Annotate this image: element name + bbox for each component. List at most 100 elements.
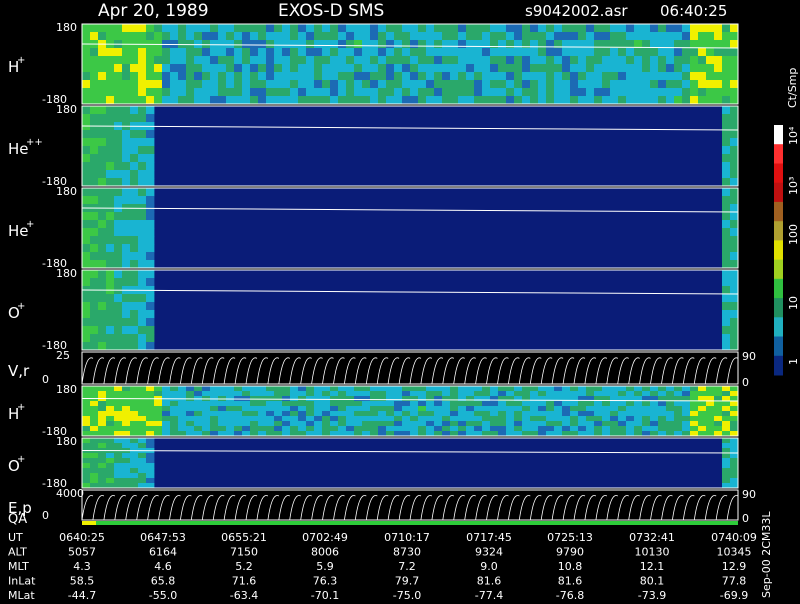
heat-cell — [210, 88, 219, 97]
heat-cell — [466, 56, 475, 65]
heat-cell — [730, 473, 739, 479]
panel-label-sup: + — [26, 219, 34, 230]
heat-cell — [202, 96, 211, 105]
table-cell: 9790 — [556, 546, 584, 559]
heat-cell — [266, 64, 275, 73]
heat-cell — [666, 416, 675, 422]
heat-cell — [226, 56, 235, 65]
heat-cell — [410, 391, 419, 397]
heat-cell — [722, 326, 731, 335]
panel-ymax: 180 — [56, 267, 77, 280]
heat-cell — [498, 40, 507, 49]
heat-cell — [466, 72, 475, 81]
heat-cell — [138, 88, 147, 97]
heat-cell — [234, 40, 243, 49]
heat-cell — [650, 386, 659, 392]
heat-cell — [130, 146, 139, 155]
heat-cell — [554, 406, 563, 412]
heat-cell — [386, 48, 395, 57]
heat-cell — [146, 478, 155, 484]
heat-cell — [378, 96, 387, 105]
heat-cell — [474, 401, 483, 407]
heat-cell — [426, 64, 435, 73]
heat-cell — [482, 396, 491, 402]
heat-cell — [482, 80, 491, 89]
heat-cell — [730, 334, 739, 343]
heat-cell — [106, 270, 115, 279]
heat-cell — [194, 64, 203, 73]
panel-5: 180-180H+ — [8, 383, 739, 438]
heat-cell — [730, 278, 739, 287]
heat-cell — [714, 426, 723, 432]
colorbar-swatch — [774, 163, 783, 184]
heat-cell — [554, 24, 563, 33]
heat-cell — [602, 72, 611, 81]
table-cell: 81.6 — [558, 575, 583, 588]
heat-cell — [82, 178, 91, 187]
heat-cell — [146, 342, 155, 351]
heat-cell — [146, 220, 155, 229]
heat-cell — [138, 411, 147, 417]
heat-cell — [122, 453, 131, 459]
heat-cell — [146, 162, 155, 171]
table-cell: 4.3 — [73, 560, 91, 573]
heat-cell — [610, 48, 619, 57]
heat-cell — [634, 64, 643, 73]
heat-cell — [122, 212, 131, 221]
heat-cell — [106, 478, 115, 484]
heat-cell — [122, 24, 131, 33]
heat-cell — [298, 426, 307, 432]
heat-cell — [682, 411, 691, 417]
heat-cell — [370, 426, 379, 432]
table-row-name: UT — [8, 531, 23, 544]
heat-cell — [98, 468, 107, 474]
heat-cell — [98, 154, 107, 163]
heat-cell — [82, 24, 91, 33]
heat-cell — [602, 32, 611, 41]
heat-cell — [258, 386, 267, 392]
heat-cell — [410, 416, 419, 422]
heat-cell — [314, 80, 323, 89]
heat-cell — [82, 406, 91, 412]
heat-cell — [178, 416, 187, 422]
heat-cell — [634, 426, 643, 432]
heat-cell — [274, 411, 283, 417]
heat-cell — [522, 24, 531, 33]
heat-cell — [98, 438, 107, 444]
heat-cell — [570, 24, 579, 33]
heat-cell — [394, 426, 403, 432]
heat-cell — [362, 72, 371, 81]
heat-cell — [666, 24, 675, 33]
heat-cell — [674, 406, 683, 412]
panel-right-bottom: 0 — [742, 512, 749, 525]
heat-cell — [626, 391, 635, 397]
heat-cell — [306, 411, 315, 417]
heat-cell — [578, 96, 587, 105]
heat-cell — [90, 426, 99, 432]
heat-cell — [730, 88, 739, 97]
heat-cell — [146, 260, 155, 269]
heat-cell — [98, 252, 107, 261]
qa-strip-start — [82, 521, 96, 525]
heat-cell — [138, 24, 147, 33]
heat-cell — [490, 406, 499, 412]
heat-cell — [274, 396, 283, 402]
heat-cell — [706, 386, 715, 392]
heat-cell — [106, 32, 115, 41]
heat-cell — [434, 416, 443, 422]
heat-cell — [242, 24, 251, 33]
heat-cell — [170, 48, 179, 57]
heat-cell — [666, 391, 675, 397]
heat-cell — [322, 72, 331, 81]
heat-cell — [218, 24, 227, 33]
heat-cell — [634, 96, 643, 105]
heat-cell — [722, 220, 731, 229]
heat-cell — [434, 391, 443, 397]
heat-cell — [618, 24, 627, 33]
heat-cell — [682, 426, 691, 432]
heat-cell — [410, 88, 419, 97]
heat-cell — [394, 88, 403, 97]
heat-cell — [106, 468, 115, 474]
heat-cell — [306, 391, 315, 397]
heat-cell — [314, 411, 323, 417]
